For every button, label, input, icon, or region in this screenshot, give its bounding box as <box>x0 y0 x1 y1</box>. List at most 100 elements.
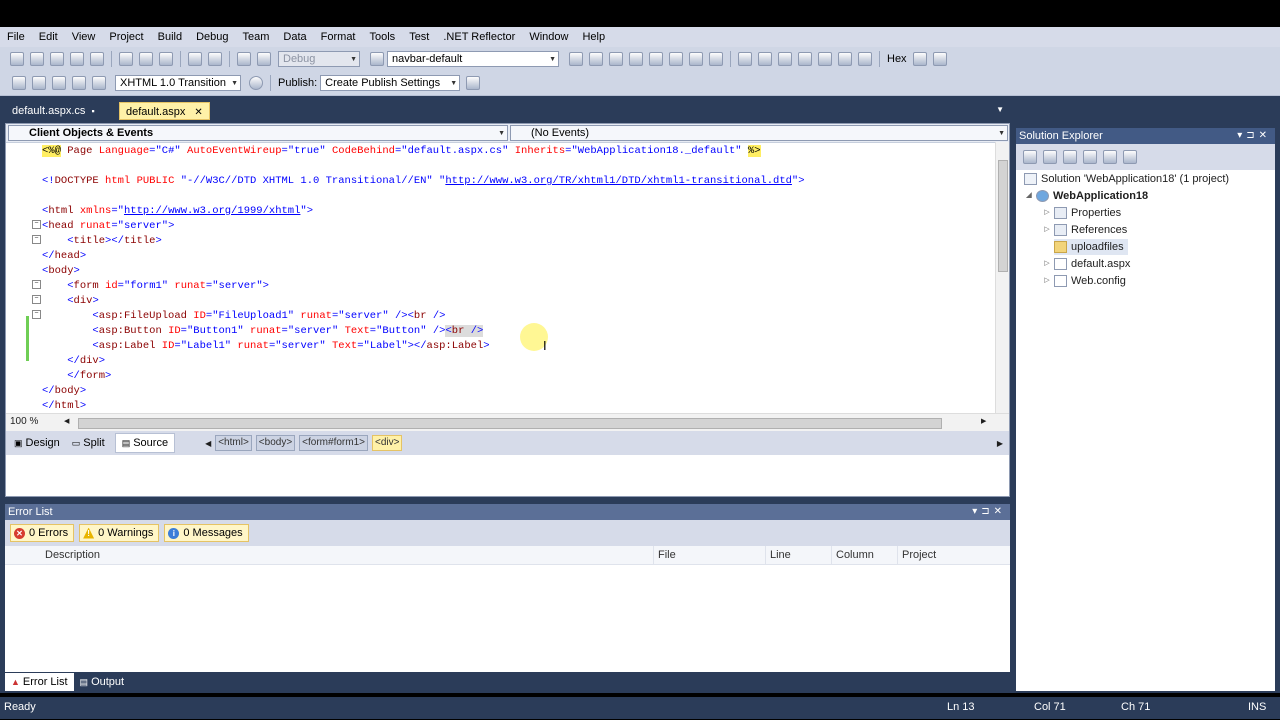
close-icon[interactable]: ✕ <box>194 107 202 118</box>
debug-stop-icon[interactable] <box>778 52 792 66</box>
menu-build[interactable]: Build <box>151 31 189 43</box>
chevron-right-icon[interactable]: ▶ <box>981 417 986 425</box>
zoom-level[interactable]: 100 % <box>10 416 38 427</box>
tab-output[interactable]: ▤ Output <box>74 673 131 691</box>
tree-properties[interactable]: ▷ Properties <box>1042 205 1121 221</box>
collapsed-icon[interactable]: ▷ <box>1042 222 1052 238</box>
breadcrumb-html[interactable]: <html> <box>215 435 252 451</box>
debug-restart-icon[interactable] <box>798 52 812 66</box>
tab-default-aspx-cs[interactable]: default.aspx.cs ▪ <box>6 102 101 120</box>
code-area[interactable]: − − − − − <%@ Page Language="C#" AutoEve… <box>6 142 996 412</box>
find-icon[interactable] <box>569 52 583 66</box>
design-view-button[interactable]: ▣ Design <box>14 437 60 449</box>
column-description[interactable]: Description <box>5 546 653 564</box>
window-icon[interactable] <box>709 52 723 66</box>
new-project-icon[interactable] <box>10 52 24 66</box>
menu-debug[interactable]: Debug <box>189 31 235 43</box>
comment-icon[interactable] <box>52 76 66 90</box>
tree-default-aspx[interactable]: ▷ default.aspx <box>1042 256 1130 272</box>
indent-icon[interactable] <box>92 76 106 90</box>
breadcrumb-form[interactable]: <form#form1> <box>299 435 368 451</box>
tree-references[interactable]: ▷ References <box>1042 222 1127 238</box>
expanded-icon[interactable]: ◢ <box>1024 188 1034 204</box>
solution-explorer-icon[interactable] <box>589 52 603 66</box>
solution-config-combo[interactable]: Debug ▼ <box>278 51 360 67</box>
chevron-left-icon[interactable]: ◀ <box>205 439 211 448</box>
breadcrumb-div[interactable]: <div> <box>371 435 403 451</box>
debug-continue-icon[interactable] <box>738 52 752 66</box>
navigate-back-icon[interactable] <box>237 52 251 66</box>
windows-dropdown-icon[interactable] <box>932 52 947 66</box>
messages-filter-button[interactable]: i 0 Messages <box>164 524 249 542</box>
publish-web-icon[interactable] <box>466 76 481 90</box>
breadcrumb-body[interactable]: <body> <box>255 435 296 451</box>
extension-manager-icon[interactable] <box>669 52 683 66</box>
tab-dropdown-icon[interactable]: ▼ <box>996 105 1004 114</box>
column-project[interactable]: Project <box>897 546 1010 564</box>
collapse-body-icon[interactable]: − <box>32 280 41 289</box>
chevron-right-icon[interactable]: ▶ <box>997 439 1003 448</box>
outline-icon[interactable] <box>12 76 26 90</box>
find-in-files-icon[interactable] <box>370 52 384 66</box>
start-debug-icon[interactable] <box>257 52 271 66</box>
hex-toggle[interactable]: Hex <box>887 53 907 65</box>
open-file-icon[interactable] <box>50 52 64 66</box>
paste-icon[interactable] <box>159 52 173 66</box>
toolbox-icon[interactable] <box>649 52 663 66</box>
chevron-left-icon[interactable]: ◀ <box>64 417 69 425</box>
step-into-icon[interactable] <box>818 52 832 66</box>
format-document-icon[interactable] <box>32 76 46 90</box>
tree-web-config[interactable]: ▷ Web.config <box>1042 273 1126 289</box>
menu-file[interactable]: File <box>0 31 32 43</box>
step-out-icon[interactable] <box>858 52 872 66</box>
split-view-button[interactable]: ▭ Split <box>72 437 105 449</box>
panel-controls[interactable]: ▾⊐✕ <box>972 504 1006 520</box>
view-code-icon[interactable] <box>1083 150 1097 164</box>
column-column[interactable]: Column <box>831 546 897 564</box>
save-icon[interactable] <box>70 52 84 66</box>
horizontal-scroll-thumb[interactable] <box>78 418 942 429</box>
panel-controls[interactable]: ▾⊐✕ <box>1237 128 1271 144</box>
menu-format[interactable]: Format <box>314 31 363 43</box>
breakpoints-icon[interactable] <box>912 52 927 66</box>
menu-test[interactable]: Test <box>402 31 436 43</box>
menu-team[interactable]: Team <box>236 31 277 43</box>
aspnet-config-icon[interactable] <box>1123 150 1137 164</box>
step-over-icon[interactable] <box>838 52 852 66</box>
uncomment-icon[interactable] <box>72 76 86 90</box>
column-line[interactable]: Line <box>765 546 831 564</box>
collapse-html-icon[interactable]: − <box>32 220 41 229</box>
object-browser-icon[interactable] <box>629 52 643 66</box>
view-designer-icon[interactable] <box>1103 150 1117 164</box>
undo-icon[interactable] <box>188 52 202 66</box>
properties-icon[interactable] <box>1023 150 1037 164</box>
validate-icon[interactable] <box>249 76 263 90</box>
collapsed-icon[interactable]: ▷ <box>1042 256 1052 272</box>
menu-reflector[interactable]: .NET Reflector <box>436 31 522 43</box>
start-page-icon[interactable] <box>689 52 703 66</box>
tab-error-list[interactable]: ▲ Error List <box>5 673 74 691</box>
tree-project[interactable]: ◢ WebApplication18 <box>1024 188 1148 204</box>
menu-window[interactable]: Window <box>522 31 575 43</box>
scroll-thumb[interactable] <box>998 160 1008 272</box>
copy-icon[interactable] <box>139 52 153 66</box>
refresh-icon[interactable] <box>1063 150 1077 164</box>
add-item-icon[interactable] <box>30 52 44 66</box>
collapsed-icon[interactable]: ▷ <box>1042 273 1052 289</box>
menu-view[interactable]: View <box>65 31 103 43</box>
pin-icon[interactable]: ▪ <box>91 106 94 116</box>
menu-tools[interactable]: Tools <box>363 31 403 43</box>
doctype-combo[interactable]: XHTML 1.0 Transition ▼ <box>115 75 241 91</box>
menu-project[interactable]: Project <box>102 31 150 43</box>
collapse-div-icon[interactable]: − <box>32 310 41 319</box>
find-combo[interactable]: navbar-default ▼ <box>387 51 559 67</box>
menu-help[interactable]: Help <box>575 31 612 43</box>
tab-default-aspx[interactable]: default.aspx ✕ <box>119 102 210 120</box>
menu-data[interactable]: Data <box>276 31 313 43</box>
show-all-files-icon[interactable] <box>1043 150 1057 164</box>
menu-edit[interactable]: Edit <box>32 31 65 43</box>
events-combo[interactable]: (No Events) ▼ <box>510 125 1008 141</box>
vertical-scrollbar[interactable] <box>995 142 1009 414</box>
column-file[interactable]: File <box>653 546 765 564</box>
warnings-filter-button[interactable]: ! 0 Warnings <box>79 524 160 542</box>
